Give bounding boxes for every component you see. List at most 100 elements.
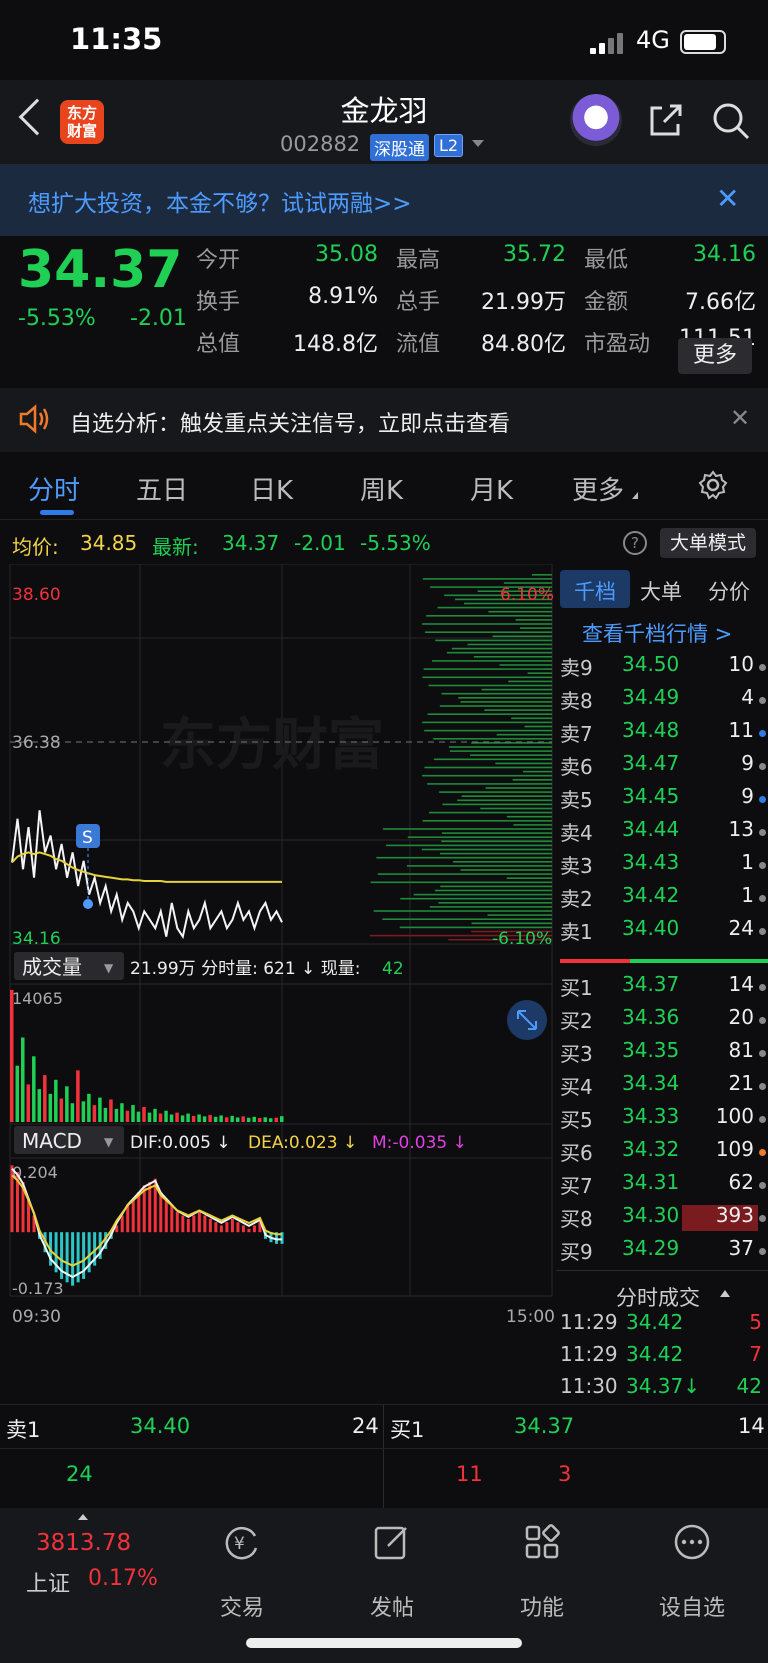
volume-bar xyxy=(147,1112,152,1122)
bid-row[interactable]: 买5 34.33 100 xyxy=(556,1104,768,1137)
ask-row[interactable]: 卖9 34.50 10 xyxy=(556,652,768,685)
depth-bar xyxy=(422,721,552,724)
close-icon[interactable]: ✕ xyxy=(730,404,750,432)
ask-row[interactable]: 卖3 34.43 1 xyxy=(556,850,768,883)
index-percent[interactable]: 0.17% xyxy=(88,1566,158,1591)
tab-five-day[interactable]: 五日 xyxy=(136,470,188,507)
ask-row[interactable]: 卖2 34.42 1 xyxy=(556,883,768,916)
ask-row[interactable]: 卖5 34.45 9 xyxy=(556,784,768,817)
macd-bar xyxy=(164,1198,168,1233)
bottom-bid-sub1: 11 xyxy=(456,1462,483,1486)
volume-bar xyxy=(92,1105,97,1122)
trade-icon[interactable]: ¥ xyxy=(222,1522,262,1562)
nav-add-watchlist[interactable]: 设自选 xyxy=(642,1590,742,1622)
macd-label[interactable]: MACD xyxy=(22,1129,82,1153)
depth-bar xyxy=(457,799,552,802)
pct-axis-max: 6.10% xyxy=(500,585,554,605)
index-name[interactable]: 上证 xyxy=(26,1566,70,1598)
depth-bar xyxy=(433,738,552,740)
macd-m: M:-0.035 ↓ xyxy=(372,1133,467,1153)
order-vol: 20 xyxy=(728,1005,754,1029)
depth-bar xyxy=(446,651,552,654)
connect-tag[interactable]: 深股通 xyxy=(370,134,429,161)
functions-icon[interactable] xyxy=(522,1522,562,1562)
more-button[interactable]: 更多 xyxy=(678,338,752,374)
bid-row[interactable]: 买8 34.30 393 xyxy=(556,1203,768,1236)
settings-gear-icon[interactable] xyxy=(698,470,728,500)
level-tag[interactable]: L2 xyxy=(434,134,464,157)
bid-row[interactable]: 买7 34.31 62 xyxy=(556,1170,768,1203)
bid-row[interactable]: 买6 34.32 109 xyxy=(556,1137,768,1170)
depth-bar xyxy=(376,856,552,859)
bid-row[interactable]: 买9 34.29 37 xyxy=(556,1236,768,1269)
ask-row[interactable]: 卖7 34.48 11 xyxy=(556,718,768,751)
volume-bar xyxy=(219,1115,223,1122)
bid-row[interactable]: 买1 34.37 14 xyxy=(556,972,768,1005)
volume-info: 21.99万 分时量: 621 ↓ 现量: xyxy=(130,959,360,979)
volume-bar xyxy=(65,1086,69,1122)
bottom-bid-price: 34.37 xyxy=(514,1414,575,1438)
volume-bar xyxy=(120,1103,124,1122)
post-icon[interactable] xyxy=(372,1522,412,1562)
signal-icon xyxy=(590,32,630,54)
ask-row[interactable]: 卖4 34.44 13 xyxy=(556,817,768,850)
chevron-up-icon[interactable] xyxy=(720,1290,730,1297)
volume-bar xyxy=(230,1115,234,1122)
depth-bar xyxy=(426,615,552,617)
order-vol: 1 xyxy=(741,850,754,874)
depth-bar xyxy=(524,725,552,728)
tab-weekly-k[interactable]: 周K xyxy=(360,470,403,507)
tab-thousand-depth[interactable]: 千档 xyxy=(574,576,616,606)
bid-row[interactable]: 买2 34.36 20 xyxy=(556,1005,768,1038)
tab-big-order[interactable]: 大单 xyxy=(640,576,682,606)
depth-bar xyxy=(449,750,552,752)
depth-bar xyxy=(437,606,552,609)
search-icon[interactable] xyxy=(712,102,750,140)
volume-bar xyxy=(15,1065,20,1122)
volume-bar xyxy=(114,1108,119,1122)
chevron-down-icon[interactable] xyxy=(472,140,484,147)
bid-row[interactable]: 买4 34.34 21 xyxy=(556,1071,768,1104)
tab-intraday[interactable]: 分时 xyxy=(28,470,80,507)
ask-row[interactable]: 卖8 34.49 4 xyxy=(556,685,768,718)
close-icon[interactable]: ✕ xyxy=(716,182,739,215)
volume-bar xyxy=(21,1037,25,1122)
bottom-quote-bar xyxy=(0,1404,768,1508)
assistant-robot-icon[interactable] xyxy=(570,94,622,146)
trades-title[interactable]: 分时成交 xyxy=(616,1282,700,1312)
macd-bar xyxy=(131,1198,135,1233)
chevron-down-icon[interactable] xyxy=(632,492,638,499)
order-dot xyxy=(759,928,766,935)
order-vol: 14 xyxy=(728,972,754,996)
nav-functions[interactable]: 功能 xyxy=(492,1590,592,1622)
index-value[interactable]: 3813.78 xyxy=(36,1530,131,1556)
chevron-up-icon[interactable] xyxy=(78,1514,88,1520)
share-icon[interactable] xyxy=(648,102,684,138)
app-logo: 东方财富 xyxy=(60,100,104,144)
bid-row[interactable]: 买3 34.35 81 xyxy=(556,1038,768,1071)
depth-bar xyxy=(435,639,552,642)
signal-marker[interactable]: S xyxy=(82,828,93,848)
ask-row[interactable]: 卖1 34.40 24 xyxy=(556,916,768,949)
order-price: 34.47 xyxy=(622,751,680,775)
tab-daily-k[interactable]: 日K xyxy=(250,470,293,507)
quote-label: 流值 xyxy=(396,332,441,357)
banner-text[interactable]: 想扩大投资，本金不够？试试两融>> xyxy=(28,184,412,218)
volume-bar xyxy=(180,1115,185,1122)
volume-bar xyxy=(59,1098,64,1122)
ask-row[interactable]: 卖6 34.47 9 xyxy=(556,751,768,784)
nav-trade[interactable]: 交易 xyxy=(192,1590,292,1622)
tab-more[interactable]: 更多 xyxy=(572,470,624,507)
analysis-text[interactable]: 自选分析：触发重点关注信号，立即点击查看 xyxy=(70,406,510,438)
tab-monthly-k[interactable]: 月K xyxy=(470,470,513,507)
help-icon[interactable]: ? xyxy=(623,531,647,555)
nav-post[interactable]: 发帖 xyxy=(342,1590,442,1622)
order-label: 买9 xyxy=(560,1240,593,1264)
volume-label[interactable]: 成交量 xyxy=(22,955,82,979)
depth-bar xyxy=(441,840,552,843)
more-dots-icon[interactable] xyxy=(672,1522,712,1562)
depth-link[interactable]: 查看千档行情 > xyxy=(582,618,732,648)
big-order-mode-button[interactable]: 大单模式 xyxy=(660,528,756,558)
intraday-chart[interactable]: 东方财富 S 38.60 36.38 34.16 6.10% -6.10% 成交… xyxy=(0,564,556,1404)
tab-price-dist[interactable]: 分价 xyxy=(708,576,750,606)
